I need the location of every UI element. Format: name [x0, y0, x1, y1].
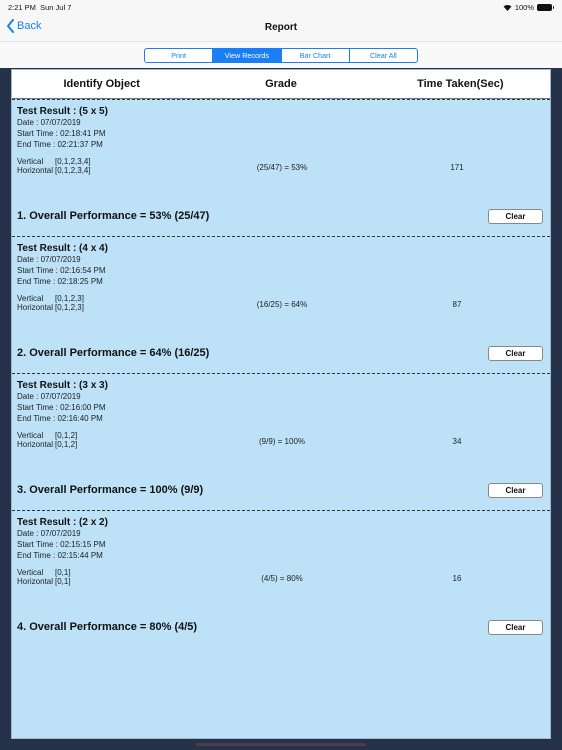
clear-button[interactable]: Clear	[488, 620, 543, 635]
record-row: Test Result : (3 x 3) Date : 07/07/2019 …	[12, 373, 550, 510]
segment-clear-all[interactable]: Clear All	[350, 49, 417, 62]
record-time-taken: 16	[452, 574, 462, 583]
record-title: Test Result : (3 x 3)	[17, 380, 108, 391]
record-vertical: Vertical [0,1,2,3,4]	[17, 157, 91, 166]
record-vertical: Vertical [0,1,2]	[17, 431, 78, 440]
record-date: Date : 07/07/2019	[17, 529, 81, 538]
segment-view-records[interactable]: View Records	[213, 49, 282, 62]
view-segmented-control: Print View Records Bar Chart Clear All	[144, 48, 418, 63]
clear-button[interactable]: Clear	[488, 483, 543, 498]
header-time-taken: Time Taken(Sec)	[417, 78, 504, 90]
header-identify-object: Identify Object	[63, 78, 140, 90]
status-right: 100%	[503, 3, 554, 12]
record-time-taken: 87	[452, 300, 462, 309]
record-start-time: Start Time : 02:16:00 PM	[17, 403, 106, 412]
record-time-taken: 34	[452, 437, 462, 446]
segment-print[interactable]: Print	[145, 49, 214, 62]
record-overall-performance: 2. Overall Performance = 64% (16/25)	[17, 347, 210, 359]
record-overall-performance: 3. Overall Performance = 100% (9/9)	[17, 484, 204, 496]
navigation-bar: Back Report	[0, 14, 562, 41]
wifi-icon	[503, 4, 512, 11]
record-row: Test Result : (2 x 2) Date : 07/07/2019 …	[12, 510, 550, 647]
table-header: Identify Object Grade Time Taken(Sec)	[12, 70, 550, 99]
record-time-taken: 171	[450, 163, 464, 172]
header-grade: Grade	[265, 78, 297, 90]
record-title: Test Result : (4 x 4)	[17, 243, 108, 254]
record-vertical: Vertical [0,1]	[17, 568, 71, 577]
record-overall-performance: 1. Overall Performance = 53% (25/47)	[17, 210, 210, 222]
record-horizontal: Horizontal [0,1]	[17, 577, 71, 586]
page-title: Report	[264, 22, 298, 33]
record-end-time: End Time : 02:16:40 PM	[17, 414, 103, 423]
record-date: Date : 07/07/2019	[17, 255, 81, 264]
status-bar: 2:21 PM Sun Jul 7 100%	[0, 0, 562, 14]
record-vertical: Vertical [0,1,2,3]	[17, 294, 84, 303]
record-grade: (25/47) = 53%	[256, 163, 308, 172]
record-date: Date : 07/07/2019	[17, 118, 81, 127]
record-horizontal: Horizontal [0,1,2,3]	[17, 303, 84, 312]
segment-bar-chart[interactable]: Bar Chart	[282, 49, 350, 62]
record-start-time: Start Time : 02:15:15 PM	[17, 540, 106, 549]
record-overall-performance: 4. Overall Performance = 80% (4/5)	[17, 621, 198, 633]
status-time: 2:21 PM Sun Jul 7	[8, 3, 72, 12]
battery-icon	[537, 4, 554, 11]
clear-button[interactable]: Clear	[488, 209, 543, 224]
record-grade: (4/5) = 80%	[261, 574, 303, 583]
record-row: Test Result : (5 x 5) Date : 07/07/2019 …	[12, 99, 550, 236]
segment-bar: Print View Records Bar Chart Clear All	[0, 41, 562, 68]
record-grade: (16/25) = 64%	[256, 300, 308, 309]
record-date: Date : 07/07/2019	[17, 392, 81, 401]
record-end-time: End Time : 02:15:44 PM	[17, 551, 103, 560]
record-grade: (9/9) = 100%	[258, 437, 306, 446]
record-horizontal: Horizontal [0,1,2]	[17, 440, 78, 449]
records-panel[interactable]: Identify Object Grade Time Taken(Sec) Te…	[11, 69, 551, 739]
clear-button[interactable]: Clear	[488, 346, 543, 361]
record-horizontal: Horizontal [0,1,2,3,4]	[17, 166, 91, 175]
record-end-time: End Time : 02:18:25 PM	[17, 277, 103, 286]
battery-percent: 100%	[514, 3, 534, 12]
record-end-time: End Time : 02:21:37 PM	[17, 140, 103, 149]
home-indicator[interactable]	[196, 743, 366, 746]
record-start-time: Start Time : 02:16:54 PM	[17, 266, 106, 275]
record-start-time: Start Time : 02:18:41 PM	[17, 129, 106, 138]
record-title: Test Result : (5 x 5)	[17, 106, 108, 117]
record-row: Test Result : (4 x 4) Date : 07/07/2019 …	[12, 236, 550, 373]
record-title: Test Result : (2 x 2)	[17, 517, 108, 528]
